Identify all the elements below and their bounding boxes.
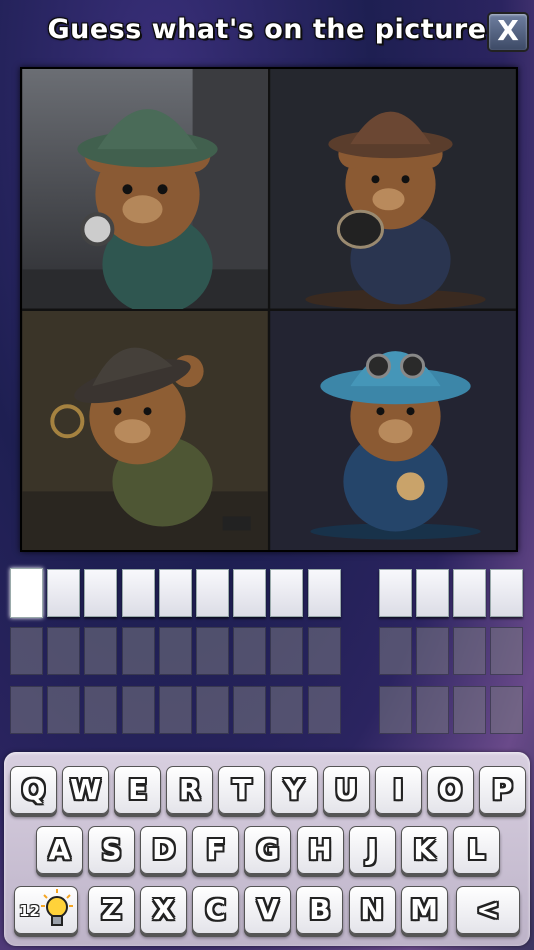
picture-4 [270,310,516,550]
empty-slot [158,627,192,675]
empty-slot [158,686,192,734]
backspace-key[interactable]: < [456,886,520,934]
key-r[interactable]: R [166,766,214,814]
key-h[interactable]: H [296,826,344,874]
answer-slot[interactable] [84,569,118,617]
answer-slot[interactable] [47,569,81,617]
key-k[interactable]: K [400,826,448,874]
key-y[interactable]: Y [270,766,318,814]
empty-slot [307,686,341,734]
empty-slot [196,686,229,734]
answer-slot[interactable] [490,569,524,617]
empty-slot [378,686,412,734]
empty-slot [47,627,81,675]
bear-illustration-1 [22,69,268,309]
answer-slot[interactable] [378,569,412,617]
key-n[interactable]: N [348,886,396,934]
empty-slot [378,627,412,675]
key-u[interactable]: U [322,766,370,814]
key-d[interactable]: D [140,826,188,874]
key-s[interactable]: S [88,826,136,874]
bear-illustration-4 [270,310,516,550]
empty-slot [196,627,229,675]
key-e[interactable]: E [114,766,162,814]
empty-slot [270,686,304,734]
key-f[interactable]: F [192,826,240,874]
key-q[interactable]: Q [10,766,57,814]
bear-illustration-2 [270,69,516,309]
key-x[interactable]: X [140,886,188,934]
empty-slot [416,627,449,675]
answer-slot[interactable] [270,569,304,617]
empty-slot [453,686,487,734]
empty-slot [307,627,341,675]
empty-slot [47,686,81,734]
key-t[interactable]: T [218,766,266,814]
empty-slot [490,627,524,675]
key-j[interactable]: J [348,826,396,874]
empty-slot [453,627,487,675]
empty-slot [121,686,155,734]
picture-grid [20,67,518,552]
empty-slot [84,627,118,675]
answer-slot[interactable] [416,569,449,617]
empty-slot [233,686,267,734]
bear-illustration-3 [22,310,268,550]
answer-slot[interactable] [196,569,229,617]
empty-slot [490,686,524,734]
empty-slot [270,627,304,675]
page-title: Guess what's on the picture [47,14,487,45]
hint-count: 12 [19,902,40,920]
empty-slot [10,627,43,675]
key-o[interactable]: O [426,766,474,814]
empty-slot [233,627,267,675]
answer-slot[interactable] [158,569,192,617]
picture-3 [22,310,268,550]
picture-1 [22,69,268,309]
key-b[interactable]: B [296,886,344,934]
key-w[interactable]: W [62,766,110,814]
lightbulb-icon [41,889,73,926]
empty-slot [84,686,118,734]
hint-button[interactable]: 12 [14,886,78,934]
key-m[interactable]: M [400,886,448,934]
answer-slot[interactable] [233,569,267,617]
close-button[interactable]: X [487,12,529,52]
key-z[interactable]: Z [88,886,135,934]
answer-slot[interactable] [453,569,487,617]
key-i[interactable]: I [374,766,422,814]
key-p[interactable]: P [478,766,526,814]
key-c[interactable]: C [192,886,240,934]
key-v[interactable]: V [244,886,292,934]
key-a[interactable]: A [36,826,83,874]
empty-slot [10,686,43,734]
answer-slot[interactable] [10,568,43,618]
key-g[interactable]: G [244,826,292,874]
picture-2 [270,69,516,309]
key-l[interactable]: L [452,826,500,874]
empty-slot [416,686,449,734]
answer-slot[interactable] [121,569,155,617]
answer-slot[interactable] [307,569,341,617]
empty-slot [121,627,155,675]
letter-keyboard: 12 < QWERTYUIOP ASDFGHJKL ZXCVBNM [4,752,530,946]
